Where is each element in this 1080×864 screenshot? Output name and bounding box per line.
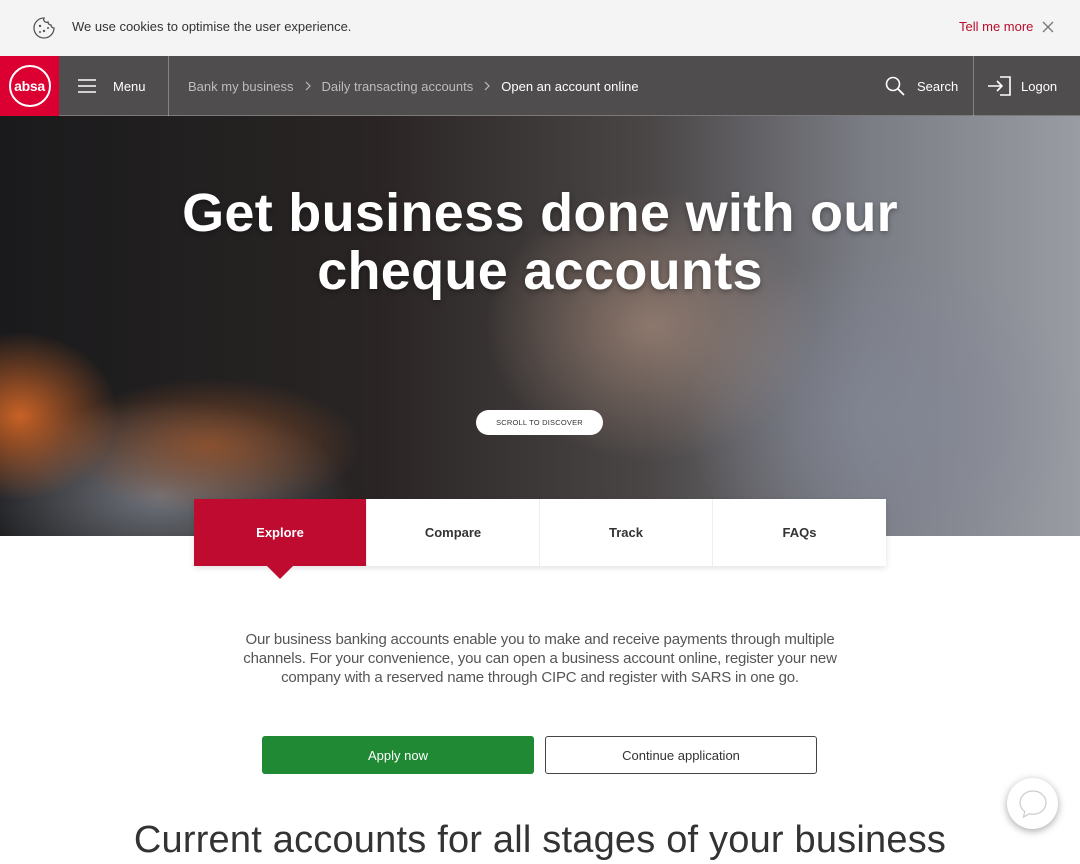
tab-faqs[interactable]: FAQs — [713, 499, 886, 566]
hero-banner: Get business done with our cheque accoun… — [0, 116, 1080, 536]
section-tabs: Explore Compare Track FAQs — [194, 499, 886, 579]
nav-divider — [168, 56, 169, 116]
breadcrumb-current-page: Open an account online — [501, 78, 639, 94]
tell-me-more-link[interactable]: Tell me more — [959, 19, 1033, 34]
absa-logo[interactable]: absa — [0, 56, 59, 116]
page: We use cookies to optimise the user expe… — [0, 0, 1080, 864]
hero-title-line1: Get business done with our — [182, 183, 898, 243]
cookie-bar: We use cookies to optimise the user expe… — [0, 0, 1080, 56]
search-button[interactable]: Search — [885, 56, 958, 116]
chevron-right-icon — [305, 81, 311, 91]
cookie-message: We use cookies to optimise the user expe… — [72, 19, 352, 34]
tab-track[interactable]: Track — [540, 499, 713, 566]
menu-button[interactable]: Menu — [78, 56, 146, 116]
intro-line: company with a reserved name through CIP… — [281, 669, 799, 686]
close-icon[interactable] — [1041, 20, 1055, 34]
scroll-to-discover-button[interactable]: SCROLL TO DISCOVER — [476, 410, 603, 435]
apply-now-button[interactable]: Apply now — [262, 736, 534, 774]
nav-divider — [973, 56, 974, 116]
cookie-icon — [33, 17, 55, 39]
chat-button[interactable] — [1007, 778, 1058, 829]
chat-bubble-icon — [1018, 789, 1047, 818]
hamburger-icon — [78, 79, 96, 93]
menu-label: Menu — [113, 78, 146, 94]
logo-text: absa — [8, 65, 51, 107]
chevron-right-icon — [484, 81, 491, 91]
search-label: Search — [917, 78, 959, 94]
breadcrumb-bank-my-business[interactable]: Bank my business — [188, 79, 294, 94]
breadcrumb-daily-transacting-accounts[interactable]: Daily transacting accounts — [322, 79, 474, 94]
section-title: Current accounts for all stages of your … — [133, 819, 947, 861]
top-navbar: absa Menu Bank my business Daily transac… — [0, 56, 1080, 116]
intro-line: Our business banking accounts enable you… — [245, 631, 835, 648]
search-icon — [885, 76, 905, 96]
tab-compare[interactable]: Compare — [367, 499, 540, 566]
continue-application-button[interactable]: Continue application — [545, 736, 817, 774]
logon-icon — [988, 76, 1011, 96]
hero-title: Get business done with our cheque accoun… — [0, 184, 1080, 300]
intro-paragraph: Our business banking accounts enable you… — [240, 630, 840, 687]
tab-explore[interactable]: Explore — [194, 499, 367, 579]
intro-line: channels. For your convenience, you can … — [243, 650, 837, 667]
logon-label: Logon — [1021, 78, 1058, 94]
breadcrumb: Bank my business Daily transacting accou… — [188, 56, 639, 116]
logon-button[interactable]: Logon — [988, 56, 1057, 116]
hero-title-line2: cheque accounts — [317, 241, 763, 301]
